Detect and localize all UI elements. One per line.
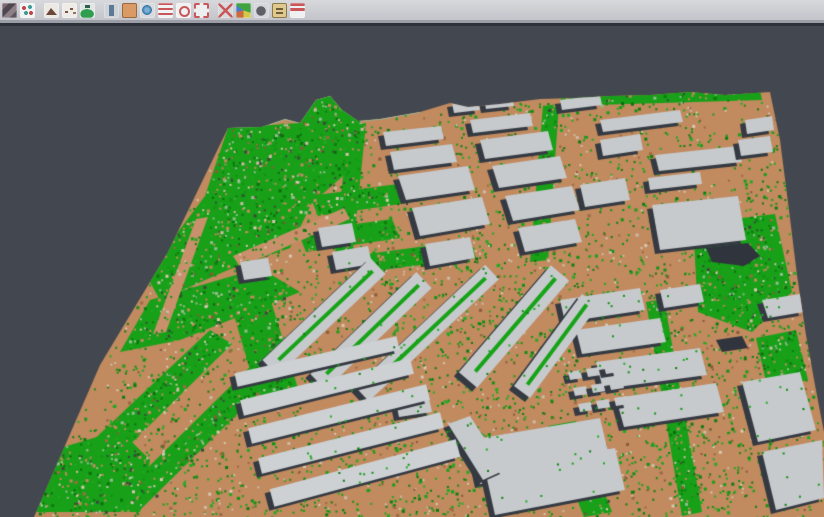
list-icon[interactable] [158,3,173,18]
extent-icon[interactable] [194,3,209,18]
viewport-3d[interactable] [0,26,824,517]
profile-icon[interactable] [104,3,119,18]
measure-lines-icon[interactable] [290,3,305,18]
grid-icon[interactable] [218,3,233,18]
target-icon[interactable] [176,3,191,18]
globe-icon[interactable] [140,3,155,18]
vegetation-icon[interactable] [80,3,95,18]
palette-box-icon[interactable] [272,3,287,18]
application-window [0,0,824,517]
low-points-icon[interactable] [62,3,77,18]
terrain-icon[interactable] [44,3,59,18]
ground-class-icon[interactable] [122,3,137,18]
binoculars-icon[interactable] [254,3,269,18]
toolbar [0,0,824,20]
classify-points-icon[interactable] [20,3,35,18]
image-tool-icon[interactable] [2,3,17,18]
classification-map-icon[interactable] [236,3,251,18]
